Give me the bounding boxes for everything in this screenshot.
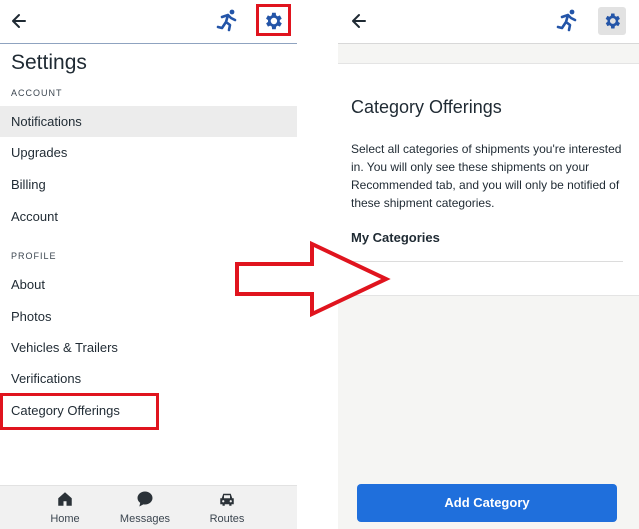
menu-item-account[interactable]: Account (0, 201, 297, 232)
home-icon (58, 492, 72, 506)
menu-item-verifications[interactable]: Verifications (0, 363, 297, 394)
settings-top-bar (0, 0, 297, 44)
nav-home-label: Home (50, 513, 80, 525)
menu-item-upgrades[interactable]: Upgrades (0, 137, 297, 168)
nav-messages[interactable]: Messages (105, 486, 185, 529)
card-description: Select all categories of shipments you'r… (351, 142, 622, 210)
back-arrow-icon[interactable] (349, 11, 369, 31)
bottom-nav: Home Messages Routes (0, 485, 297, 529)
back-arrow-icon[interactable] (9, 11, 29, 31)
nav-messages-label: Messages (119, 513, 171, 525)
menu-item-notifications[interactable]: Notifications (0, 106, 297, 137)
category-offerings-highlight-box (0, 393, 159, 430)
runner-logo-icon[interactable] (556, 8, 580, 32)
nav-routes[interactable]: Routes (187, 486, 267, 529)
car-icon (220, 493, 234, 506)
message-bubble-icon (137, 491, 153, 507)
section-label-account: ACCOUNT (11, 88, 63, 98)
menu-item-vehicles-trailers[interactable]: Vehicles & Trailers (0, 332, 297, 363)
gear-icon[interactable] (602, 11, 622, 31)
flow-arrow-icon (235, 240, 391, 318)
runner-logo-icon[interactable] (216, 8, 240, 32)
add-category-button[interactable]: Add Category (357, 484, 617, 522)
section-label-profile: PROFILE (11, 251, 57, 261)
nav-routes-label: Routes (209, 513, 245, 525)
page-title: Settings (11, 51, 87, 74)
category-top-bar (338, 0, 639, 44)
nav-home[interactable]: Home (25, 486, 105, 529)
card-title: Category Offerings (351, 97, 502, 117)
menu-item-billing[interactable]: Billing (0, 169, 297, 200)
gear-highlight-box (256, 4, 291, 36)
